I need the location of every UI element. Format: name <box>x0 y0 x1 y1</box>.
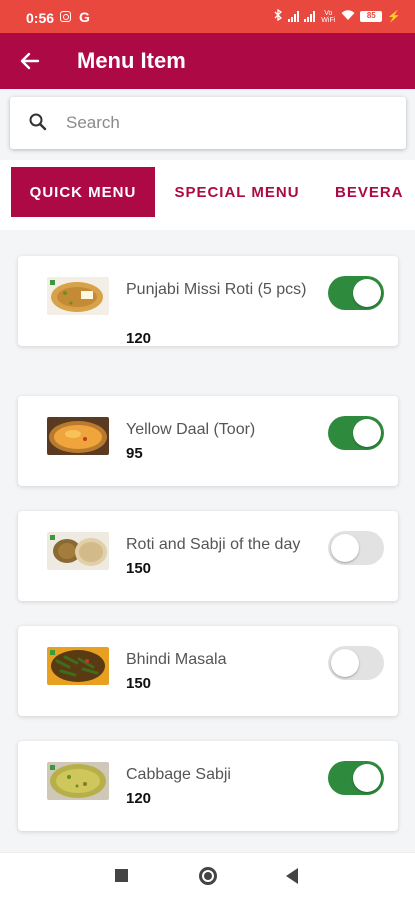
item-name: Punjabi Missi Roti (5 pcs) <box>126 281 307 298</box>
signal-icon-2 <box>304 11 316 22</box>
missi-roti-image <box>47 277 109 315</box>
availability-toggle[interactable] <box>328 531 384 565</box>
battery-icon: 85 <box>360 11 383 22</box>
item-price: 150 <box>126 560 152 577</box>
menu-item-card: Punjabi Missi Roti (5 pcs) 120 <box>18 256 398 347</box>
recent-apps-button[interactable] <box>115 869 128 882</box>
toggle-knob <box>331 649 359 677</box>
google-icon: G <box>79 9 90 25</box>
item-price: 150 <box>126 675 152 692</box>
yellow-daal-image <box>47 417 109 455</box>
item-price: 120 <box>126 330 152 347</box>
bhindi-masala-image <box>47 647 109 685</box>
menu-item-card: Roti and Sabji of the day 150 <box>18 511 398 601</box>
menu-item-card: Cabbage Sabji 120 <box>18 741 398 831</box>
system-nav-bar <box>0 852 415 900</box>
item-price: 95 <box>126 445 143 462</box>
search-input[interactable] <box>66 109 386 137</box>
search-box <box>10 97 406 149</box>
back-button[interactable] <box>14 45 46 77</box>
item-price: 120 <box>126 790 152 807</box>
vowifi-icon: Vo WiFi <box>321 9 336 24</box>
search-icon <box>29 113 47 131</box>
home-button[interactable] <box>199 867 217 885</box>
availability-toggle[interactable] <box>328 416 384 450</box>
availability-toggle[interactable] <box>328 761 384 795</box>
instagram-icon <box>60 11 71 22</box>
toggle-knob <box>353 279 381 307</box>
bluetooth-icon <box>274 8 283 24</box>
menu-item-card: Yellow Daal (Toor) 95 <box>18 396 398 486</box>
arrow-left-icon <box>20 52 40 70</box>
item-name: Yellow Daal (Toor) <box>126 421 256 438</box>
app-bar: Menu Item <box>0 33 415 89</box>
charging-icon: ⚡ <box>387 11 401 23</box>
category-tabs: QUICK MENU SPECIAL MENU BEVERA <box>0 160 415 230</box>
tab-quick-menu[interactable]: QUICK MENU <box>11 167 155 217</box>
status-bar: 0:56 G Vo WiFi 85 ⚡ <box>0 0 415 33</box>
tab-special-menu[interactable]: SPECIAL MENU <box>164 167 310 217</box>
roti-sabji-image <box>47 532 109 570</box>
toggle-knob <box>353 764 381 792</box>
system-back-button[interactable] <box>286 868 298 884</box>
toggle-knob <box>353 419 381 447</box>
availability-toggle[interactable] <box>328 276 384 310</box>
item-name: Bhindi Masala <box>126 651 227 668</box>
wifi-icon <box>341 9 355 24</box>
cabbage-sabji-image <box>47 762 109 800</box>
tab-beverages[interactable]: BEVERA <box>322 167 415 217</box>
availability-toggle[interactable] <box>328 646 384 680</box>
status-icons: Vo WiFi 85 ⚡ <box>274 8 401 24</box>
page-title: Menu Item <box>77 48 186 73</box>
status-time: 0:56 <box>26 10 55 26</box>
toggle-knob <box>331 534 359 562</box>
signal-icon <box>288 11 300 22</box>
item-name: Roti and Sabji of the day <box>126 536 301 553</box>
menu-item-card: Bhindi Masala 150 <box>18 626 398 716</box>
item-name: Cabbage Sabji <box>126 766 231 783</box>
